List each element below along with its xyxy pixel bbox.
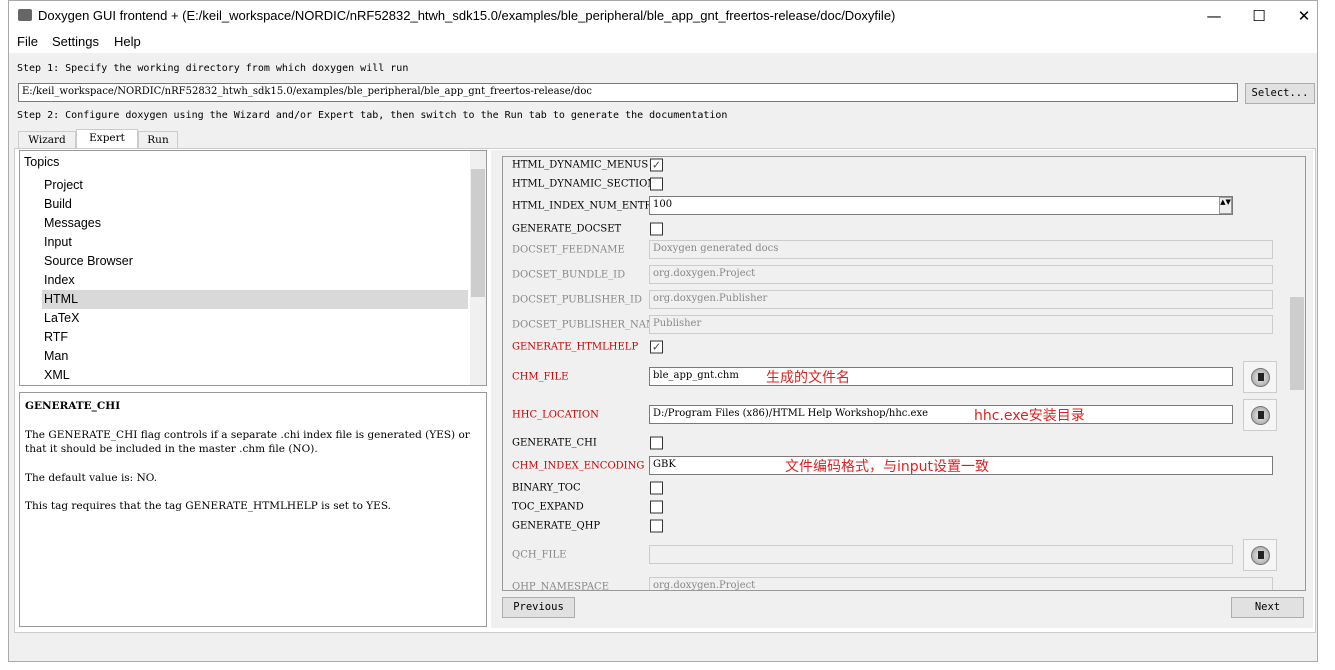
description-default: The default value is: NO. — [25, 471, 158, 484]
topic-messages[interactable]: Messages — [42, 214, 468, 233]
topics-list: Topics Project Build Messages Input Sour… — [19, 150, 487, 386]
menu-file[interactable]: File — [17, 34, 38, 49]
topic-xml[interactable]: XML — [42, 366, 468, 385]
topics-header: Topics — [24, 155, 60, 169]
generate-docset-label: GENERATE_DOCSET — [512, 223, 622, 235]
select-directory-button[interactable]: Select... — [1245, 83, 1315, 104]
topic-man[interactable]: Man — [42, 347, 468, 366]
html-dynamic-menus-label: HTML_DYNAMIC_MENUS — [512, 159, 649, 171]
binary-toc-label: BINARY_TOC — [512, 482, 581, 494]
qhp-namespace-input[interactable]: org.doxygen.Project — [649, 577, 1273, 590]
chm-index-encoding-label: CHM_INDEX_ENCODING — [512, 460, 645, 472]
topic-rtf[interactable]: RTF — [42, 328, 468, 347]
docset-publisher-name-input[interactable]: Publisher — [649, 315, 1273, 334]
hhc-location-label: HHC_LOCATION — [512, 409, 599, 421]
previous-button[interactable]: Previous — [502, 597, 575, 618]
spin-arrows-icon[interactable]: ▲▼ — [1219, 197, 1232, 214]
qch-file-browse-button[interactable] — [1243, 539, 1277, 571]
file-icon — [1251, 368, 1270, 387]
hhc-location-input[interactable]: D:/Program Files (x86)/HTML Help Worksho… — [649, 405, 1233, 424]
html-index-num-entries-input[interactable]: 100 — [649, 196, 1233, 215]
topic-build[interactable]: Build — [42, 195, 468, 214]
topic-source-browser[interactable]: Source Browser — [42, 252, 468, 271]
html-dynamic-menus-checkbox[interactable]: ✓ — [650, 158, 663, 172]
options-scroll-area: HTML_DYNAMIC_MENUS ✓ HTML_DYNAMIC_SECTIONS… — [502, 156, 1306, 591]
maximize-button[interactable]: ☐ — [1245, 5, 1273, 27]
description-title: GENERATE_CHI — [25, 400, 121, 412]
chm-file-browse-button[interactable] — [1243, 361, 1277, 393]
toc-expand-label: TOC_EXPAND — [512, 501, 584, 513]
next-button[interactable]: Next — [1231, 597, 1304, 618]
description-text: The GENERATE_CHI flag controls if a sepa… — [25, 428, 470, 456]
chm-index-encoding-annotation: 文件编码格式，与input设置一致 — [785, 459, 990, 475]
tab-run[interactable]: Run — [138, 131, 178, 149]
docset-publisher-id-label: DOCSET_PUBLISHER_ID — [512, 294, 642, 306]
generate-qhp-checkbox[interactable] — [650, 519, 663, 533]
docset-bundle-id-input[interactable]: org.doxygen.Project — [649, 265, 1273, 284]
qhp-namespace-label: QHP_NAMESPACE — [512, 581, 609, 591]
topics-scroll-thumb[interactable] — [471, 169, 485, 297]
html-dynamic-sections-checkbox[interactable] — [650, 177, 663, 191]
doxygen-window: Doxygen GUI frontend + (E:/keil_workspac… — [8, 0, 1318, 662]
generate-qhp-label: GENERATE_QHP — [512, 520, 601, 532]
title-bar: Doxygen GUI frontend + (E:/keil_workspac… — [9, 1, 1317, 31]
description-requires: This tag requires that the tag GENERATE_… — [25, 500, 391, 512]
toc-expand-checkbox[interactable] — [650, 500, 663, 514]
qch-file-label: QCH_FILE — [512, 549, 567, 561]
topic-input[interactable]: Input — [42, 233, 468, 252]
qch-file-input[interactable] — [649, 545, 1233, 564]
options-scroll-thumb[interactable] — [1290, 297, 1304, 390]
description-panel: GENERATE_CHI The GENERATE_CHI flag contr… — [19, 392, 487, 627]
close-button[interactable]: ✕ — [1290, 5, 1318, 27]
tab-wizard[interactable]: Wizard — [18, 131, 76, 149]
minimize-button[interactable]: — — [1200, 5, 1228, 27]
doxygen-app-icon — [18, 9, 32, 21]
generate-docset-checkbox[interactable] — [650, 222, 663, 236]
tab-expert[interactable]: Expert — [76, 129, 138, 149]
chm-file-annotation: 生成的文件名 — [766, 370, 850, 386]
html-index-num-entries-label: HTML_INDEX_NUM_ENTRIES — [512, 200, 671, 212]
topic-project[interactable]: Project — [42, 176, 468, 195]
hhc-location-browse-button[interactable] — [1243, 399, 1277, 431]
generate-htmlhelp-label: GENERATE_HTMLHELP — [512, 341, 639, 353]
docset-feedname-label: DOCSET_FEEDNAME — [512, 244, 625, 256]
generate-chi-label: GENERATE_CHI — [512, 437, 597, 449]
docset-publisher-name-label: DOCSET_PUBLISHER_NAME — [512, 319, 664, 331]
chm-file-label: CHM_FILE — [512, 371, 569, 383]
working-directory-input[interactable]: E:/keil_workspace/NORDIC/nRF52832_htwh_s… — [18, 83, 1238, 102]
step2-label: Step 2: Configure doxygen using the Wiza… — [17, 110, 728, 121]
topic-index[interactable]: Index — [42, 271, 468, 290]
binary-toc-checkbox[interactable] — [650, 481, 663, 495]
options-scrollbar[interactable] — [1289, 157, 1305, 590]
docset-bundle-id-label: DOCSET_BUNDLE_ID — [512, 269, 626, 281]
window-title: Doxygen GUI frontend + (E:/keil_workspac… — [38, 8, 896, 23]
menu-settings[interactable]: Settings — [52, 34, 99, 49]
step1-label: Step 1: Specify the working directory fr… — [17, 63, 409, 74]
menu-help[interactable]: Help — [114, 34, 141, 49]
topic-html[interactable]: HTML — [42, 290, 468, 309]
file-icon — [1251, 406, 1270, 425]
generate-htmlhelp-checkbox[interactable]: ✓ — [650, 340, 663, 354]
docset-publisher-id-input[interactable]: org.doxygen.Publisher — [649, 290, 1273, 309]
hhc-location-annotation: hhc.exe安装目录 — [974, 408, 1085, 424]
chm-file-input[interactable]: ble_app_gnt.chm — [649, 367, 1233, 386]
topics-scrollbar[interactable] — [470, 151, 486, 385]
generate-chi-checkbox[interactable] — [650, 436, 663, 450]
html-dynamic-sections-label: HTML_DYNAMIC_SECTIONS — [512, 178, 663, 190]
topic-latex[interactable]: LaTeX — [42, 309, 468, 328]
file-icon — [1251, 546, 1270, 565]
menu-bar: File Settings Help — [9, 31, 1317, 53]
docset-feedname-input[interactable]: Doxygen generated docs — [649, 240, 1273, 259]
